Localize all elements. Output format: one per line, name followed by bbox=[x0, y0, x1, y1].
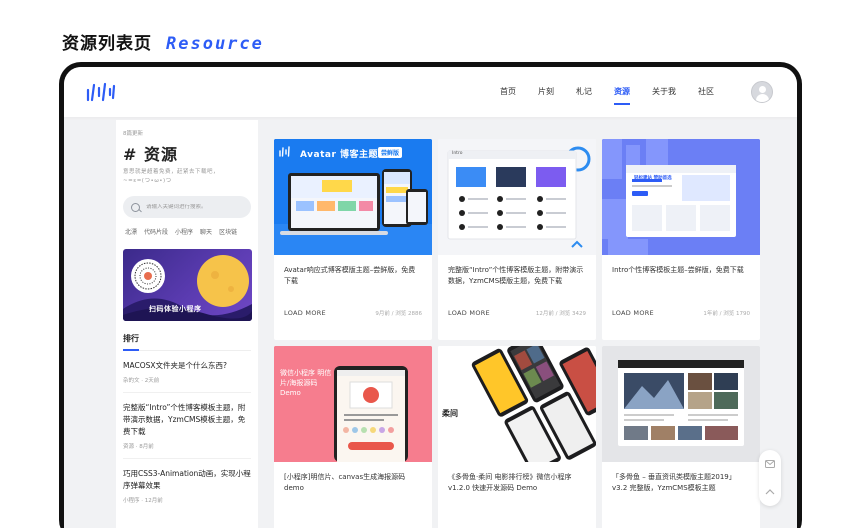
thumbnail-graphic bbox=[438, 346, 596, 462]
page-heading-en: Resource bbox=[166, 34, 264, 54]
resource-card[interactable]: 柔间 《多骨鱼·柔间 电影排行榜》微信小程序v1.2.0 快速开发源码 Demo bbox=[438, 346, 596, 528]
card-body: 《多骨鱼·柔间 电影排行榜》微信小程序v1.2.0 快速开发源码 Demo bbox=[438, 462, 596, 506]
nav-community[interactable]: 社区 bbox=[687, 67, 725, 117]
load-more-link[interactable]: LOAD MORE bbox=[284, 309, 326, 317]
top-navbar: 首页 片刻 札记 资源 关于我 社区 bbox=[64, 67, 797, 117]
search-box[interactable] bbox=[123, 196, 251, 218]
chevron-up-icon[interactable] bbox=[763, 485, 777, 499]
card-title[interactable]: 完整版“Intro”个性博客模版主题，附带演示数据，YzmCMS模版主题，免费下… bbox=[448, 265, 586, 299]
rank-item-title[interactable]: 完整版“Intro”个性博客模板主题，附带演示数据，YzmCMS模板主题，免费下… bbox=[123, 402, 251, 438]
audio-wave-logo-icon[interactable] bbox=[86, 82, 116, 102]
thumbnail-title: 轻松建站 赞助首选 bbox=[634, 176, 672, 181]
card-footer: LOAD MORE 1年前 / 浏览 1790 bbox=[612, 309, 750, 317]
nav-resources[interactable]: 资源 bbox=[603, 67, 641, 117]
card-title[interactable]: 「多骨鱼 – 垂直资讯类模版主题2019」v3.2 完整版，YzmCMS模板主题 bbox=[612, 472, 750, 506]
thumbnail-title: 微信小程序 明信片/海报源码 Demo bbox=[280, 369, 332, 397]
card-title[interactable]: Intro个性博客模板主题–尝鲜版，免费下载 bbox=[612, 265, 750, 299]
card-thumbnail[interactable]: 轻松建站 赞助首选 bbox=[602, 139, 760, 255]
nav-about[interactable]: 关于我 bbox=[641, 67, 687, 117]
card-body: 完整版“Intro”个性博客模版主题，附带演示数据，YzmCMS模版主题，免费下… bbox=[438, 255, 596, 317]
thumbnail-title: Avatar 博客主题 bbox=[300, 150, 379, 160]
banner-caption: 扫码体验小程序 bbox=[149, 305, 202, 313]
user-avatar[interactable] bbox=[751, 81, 773, 103]
search-icon[interactable] bbox=[131, 202, 140, 212]
card-body: Avatar响应式博客模版主题–尝鲜版，免费下载 LOAD MORE 9月前 /… bbox=[274, 255, 432, 317]
card-thumbnail[interactable] bbox=[602, 346, 760, 462]
sidebar-desc-2: ~=ε=(つ•ω•)つ bbox=[123, 178, 172, 184]
resource-card[interactable]: 轻松建站 赞助首选 Intro个性博客模板主题–尝鲜版，免费下载 LOAD MO… bbox=[602, 139, 760, 340]
laptop-frame: 首页 片刻 札记 资源 关于我 社区 8篇更新 # 资源 意思就是超着免费，赶紧… bbox=[59, 62, 802, 528]
rank-title: 排行 bbox=[123, 333, 251, 351]
card-body: [小程序]明信片、canvas生成海报源码demo bbox=[274, 462, 432, 506]
sidebar-desc-1: 意思就是超着免费，赶紧去下载吧， bbox=[123, 169, 220, 175]
rank-item-title[interactable]: 巧用CSS3-Animation动画，实现小程序弹幕效果 bbox=[123, 468, 251, 492]
rank-item-meta: 小程序 · 12月前 bbox=[123, 498, 163, 504]
card-meta: 9月前 / 浏览 2886 bbox=[375, 311, 422, 317]
thumbnail-graphic bbox=[602, 346, 760, 462]
resource-card[interactable]: 微信小程序 明信片/海报源码 Demo [小程序]明信片、canvas生成海报源… bbox=[274, 346, 432, 528]
screen: 首页 片刻 札记 资源 关于我 社区 8篇更新 # 资源 意思就是超着免费，赶紧… bbox=[64, 67, 797, 528]
search-input[interactable] bbox=[146, 204, 246, 210]
thumbnail-graphic bbox=[438, 139, 596, 255]
card-title[interactable]: 《多骨鱼·柔间 电影排行榜》微信小程序v1.2.0 快速开发源码 Demo bbox=[448, 472, 586, 506]
resource-card[interactable]: Intro 完整版“Intro”个性博客模版主题，附带演示数据，YzmCMS模版… bbox=[438, 139, 596, 340]
card-thumbnail[interactable]: Intro bbox=[438, 139, 596, 255]
card-meta: 12月前 / 浏览 3429 bbox=[535, 311, 586, 317]
card-footer: LOAD MORE 9月前 / 浏览 2886 bbox=[284, 309, 422, 317]
resource-card[interactable]: Avatar 博客主题 尝鲜版 Avatar响应式博客模版主题–尝鲜版，免费下载… bbox=[274, 139, 432, 340]
tag-beipiao[interactable]: 北漂 bbox=[125, 227, 137, 236]
card-thumbnail[interactable]: 柔间 bbox=[438, 346, 596, 462]
page-heading-cn: 资源列表页 bbox=[62, 34, 152, 54]
mail-icon[interactable] bbox=[763, 457, 777, 471]
rank-item[interactable]: MACOSX文件夹是个什么东西? 杂的文 · 2天前 bbox=[123, 351, 251, 393]
thumbnail-badge: 尝鲜版 bbox=[378, 147, 403, 158]
tag-list: 北漂 代码片段 小程序 聊天 区块链 bbox=[123, 227, 251, 236]
card-body: Intro个性博客模板主题–尝鲜版，免费下载 LOAD MORE 1年前 / 浏… bbox=[602, 255, 760, 317]
miniprogram-banner[interactable]: 扫码体验小程序 bbox=[123, 249, 252, 321]
sidebar: 8篇更新 # 资源 意思就是超着免费，赶紧去下载吧， ~=ε=(つ•ω•)つ 北… bbox=[116, 120, 258, 528]
nav-notes[interactable]: 札记 bbox=[565, 67, 603, 117]
rank-item-meta: 杂的文 · 2天前 bbox=[123, 378, 160, 384]
main-nav: 首页 片刻 札记 资源 关于我 社区 bbox=[489, 67, 725, 117]
page-heading: 资源列表页 Resource bbox=[62, 29, 264, 54]
rank-item-meta: 资源 · 8月前 bbox=[123, 444, 154, 450]
sidebar-title: # 资源 bbox=[123, 145, 178, 164]
card-thumbnail[interactable]: 微信小程序 明信片/海报源码 Demo bbox=[274, 346, 432, 462]
thumbnail-title: 柔间 bbox=[442, 409, 458, 418]
update-note: 8篇更新 bbox=[123, 131, 143, 137]
floating-toolbar bbox=[759, 450, 781, 506]
card-thumbnail[interactable]: Avatar 博客主题 尝鲜版 bbox=[274, 139, 432, 255]
rank-item[interactable]: 完整版“Intro”个性博客模板主题，附带演示数据，YzmCMS模板主题，免费下… bbox=[123, 393, 251, 459]
resource-grid: Avatar 博客主题 尝鲜版 Avatar响应式博客模版主题–尝鲜版，免费下载… bbox=[274, 139, 760, 528]
card-title[interactable]: Avatar响应式博客模版主题–尝鲜版，免费下载 bbox=[284, 265, 422, 299]
tag-miniprogram[interactable]: 小程序 bbox=[175, 227, 193, 236]
tag-chat[interactable]: 聊天 bbox=[200, 227, 212, 236]
load-more-link[interactable]: LOAD MORE bbox=[612, 309, 654, 317]
tag-code[interactable]: 代码片段 bbox=[144, 227, 168, 236]
tag-blockchain[interactable]: 区块链 bbox=[219, 227, 237, 236]
resource-card[interactable]: 「多骨鱼 – 垂直资讯类模版主题2019」v3.2 完整版，YzmCMS模板主题 bbox=[602, 346, 760, 528]
thumbnail-graphic bbox=[274, 346, 432, 462]
card-meta: 1年前 / 浏览 1790 bbox=[703, 311, 750, 317]
nav-home[interactable]: 首页 bbox=[489, 67, 527, 117]
card-title[interactable]: [小程序]明信片、canvas生成海报源码demo bbox=[284, 472, 422, 506]
rank-item-title[interactable]: MACOSX文件夹是个什么东西? bbox=[123, 360, 251, 372]
nav-moments[interactable]: 片刻 bbox=[527, 67, 565, 117]
thumbnail-title: Intro bbox=[452, 151, 463, 156]
load-more-link[interactable]: LOAD MORE bbox=[448, 309, 490, 317]
card-body: 「多骨鱼 – 垂直资讯类模版主题2019」v3.2 完整版，YzmCMS模板主题 bbox=[602, 462, 760, 506]
thumbnail-graphic bbox=[602, 139, 760, 255]
rank-item[interactable]: 巧用CSS3-Animation动画，实现小程序弹幕效果 小程序 · 12月前 bbox=[123, 459, 251, 512]
card-footer: LOAD MORE 12月前 / 浏览 3429 bbox=[448, 309, 586, 317]
